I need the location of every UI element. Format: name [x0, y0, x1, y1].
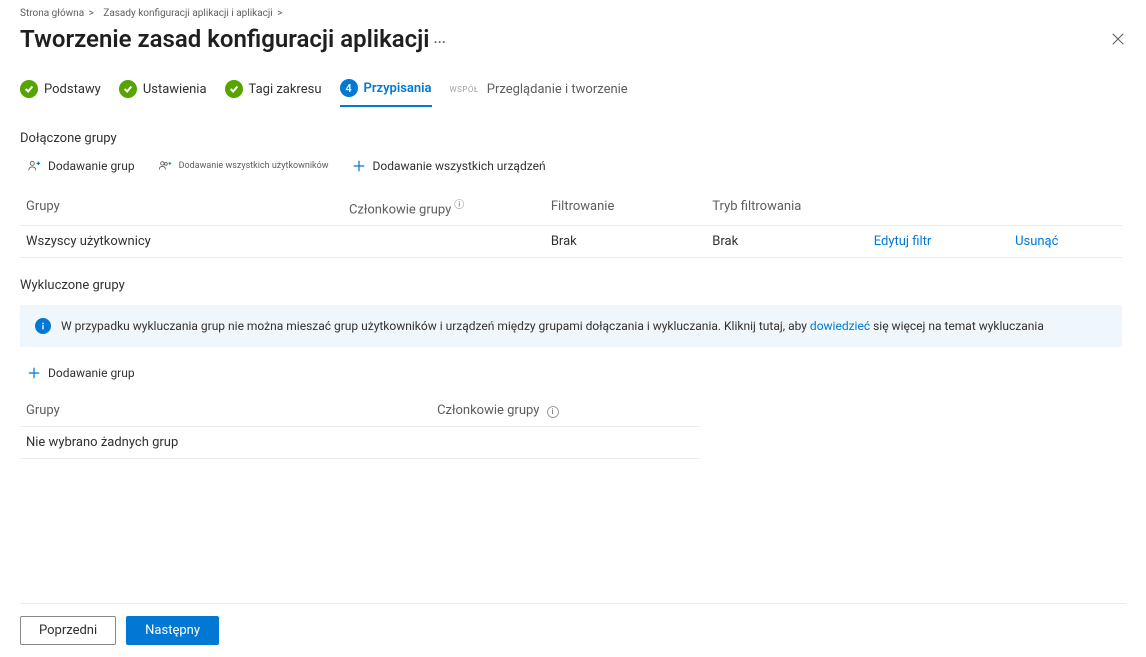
col-filter-mode: Tryb filtrowania — [712, 199, 873, 214]
learn-more-link[interactable]: dowiedzieć — [810, 319, 870, 333]
included-actions: Dodawanie grup Dodawanie wszystkich użyt… — [20, 158, 1122, 174]
check-icon — [20, 80, 38, 98]
plus-icon — [26, 365, 42, 381]
step-number-icon: 4 — [340, 79, 358, 97]
check-icon — [119, 80, 137, 98]
previous-button[interactable]: Poprzedni — [20, 616, 116, 645]
check-icon — [225, 80, 243, 98]
more-icon[interactable]: ··· — [434, 35, 446, 51]
excluded-groups-heading: Wykluczone grupy — [20, 278, 1122, 293]
next-button[interactable]: Następny — [126, 616, 219, 645]
edit-filter-link[interactable]: Edytuj filtr — [874, 234, 1015, 249]
cell-group: Wszyscy użytkownicy — [26, 234, 349, 249]
included-groups-table: Grupy Członkowie grupyⓘ Filtrowanie Tryb… — [20, 188, 1122, 258]
info-icon[interactable]: ⓘ — [454, 200, 464, 211]
plus-icon — [351, 158, 367, 174]
table-row: Nie wybrano żadnych grup — [20, 427, 700, 459]
people-add-icon — [157, 158, 173, 174]
breadcrumb-home[interactable]: Strona główna — [20, 8, 84, 19]
cell-filter: Brak — [551, 234, 712, 249]
add-excluded-groups-button[interactable]: Dodawanie grup — [26, 365, 135, 381]
page-title: Tworzenie zasad konfiguracji aplikacji··… — [20, 25, 446, 53]
breadcrumb: Strona główna > Zasady konfiguracji apli… — [20, 8, 1126, 19]
remove-link[interactable]: Usunąć — [1015, 234, 1116, 249]
close-icon[interactable] — [1110, 31, 1126, 47]
step-basics[interactable]: Podstawy — [20, 80, 101, 106]
table-row: Wszyscy użytkownicy Brak Brak Edytuj fil… — [20, 226, 1122, 258]
step-assignments[interactable]: 4 Przypisania — [340, 79, 432, 107]
info-icon — [35, 318, 51, 334]
col-groups: Grupy — [26, 403, 437, 418]
add-all-devices-button[interactable]: Dodawanie wszystkich urządzeń — [351, 158, 546, 174]
breadcrumb-parent[interactable]: Zasady konfiguracji aplikacji i aplikacj… — [103, 8, 272, 19]
col-groups: Grupy — [26, 199, 349, 214]
empty-row-text: Nie wybrano żadnych grup — [26, 435, 437, 450]
col-filter: Filtrowanie — [551, 199, 712, 214]
step-settings[interactable]: Ustawienia — [119, 80, 207, 106]
step-scope-tags[interactable]: Tagi zakresu — [225, 80, 322, 106]
col-members: Członkowie grupyⓘ — [349, 196, 551, 217]
wizard-footer: Poprzedni Następny — [20, 603, 1126, 657]
cell-filter-mode: Brak — [712, 234, 873, 249]
info-banner: W przypadku wykluczania grup nie można m… — [20, 305, 1122, 347]
wizard-steps: Podstawy Ustawienia Tagi zakresu 4 Przyp… — [20, 79, 1126, 107]
add-all-users-button[interactable]: Dodawanie wszystkich użytkowników — [157, 158, 329, 174]
add-groups-button[interactable]: Dodawanie grup — [26, 158, 135, 174]
excluded-groups-table: Grupy Członkowie grupy i Nie wybrano żad… — [20, 395, 1122, 459]
col-members: Członkowie grupy i — [437, 403, 694, 418]
included-groups-heading: Dołączone grupy — [20, 131, 1122, 146]
person-add-icon — [26, 158, 42, 174]
step-review: WSPÓŁ Przeglądanie i tworzenie — [450, 82, 628, 105]
info-icon[interactable]: i — [547, 406, 559, 418]
